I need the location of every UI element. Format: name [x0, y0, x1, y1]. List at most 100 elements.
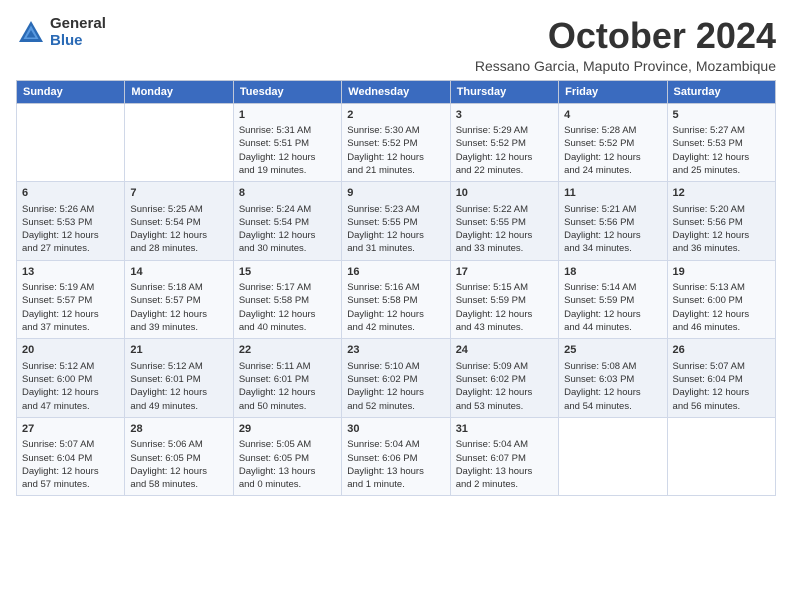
day-number: 6 — [22, 186, 119, 201]
cell-info: Sunrise: 5:21 AM Sunset: 5:56 PM Dayligh… — [564, 203, 661, 256]
col-tuesday: Tuesday — [233, 80, 341, 103]
cell-info: Sunrise: 5:10 AM Sunset: 6:02 PM Dayligh… — [347, 360, 444, 413]
cell-info: Sunrise: 5:18 AM Sunset: 5:57 PM Dayligh… — [130, 281, 227, 334]
cell-w1-d6: 4Sunrise: 5:28 AM Sunset: 5:52 PM Daylig… — [559, 103, 667, 182]
day-number: 22 — [239, 343, 336, 358]
cell-info: Sunrise: 5:13 AM Sunset: 6:00 PM Dayligh… — [673, 281, 770, 334]
day-number: 1 — [239, 108, 336, 123]
day-number: 25 — [564, 343, 661, 358]
logo: General Blue — [16, 16, 106, 49]
day-number: 8 — [239, 186, 336, 201]
day-number: 18 — [564, 265, 661, 280]
day-number: 24 — [456, 343, 553, 358]
cell-info: Sunrise: 5:24 AM Sunset: 5:54 PM Dayligh… — [239, 203, 336, 256]
cell-info: Sunrise: 5:12 AM Sunset: 6:00 PM Dayligh… — [22, 360, 119, 413]
cell-info: Sunrise: 5:28 AM Sunset: 5:52 PM Dayligh… — [564, 124, 661, 177]
cell-w1-d5: 3Sunrise: 5:29 AM Sunset: 5:52 PM Daylig… — [450, 103, 558, 182]
day-number: 21 — [130, 343, 227, 358]
day-number: 14 — [130, 265, 227, 280]
calendar-table: Sunday Monday Tuesday Wednesday Thursday… — [16, 80, 776, 497]
cell-w1-d2 — [125, 103, 233, 182]
cell-w1-d4: 2Sunrise: 5:30 AM Sunset: 5:52 PM Daylig… — [342, 103, 450, 182]
location-subtitle: Ressano Garcia, Maputo Province, Mozambi… — [475, 58, 776, 74]
day-number: 27 — [22, 422, 119, 437]
col-sunday: Sunday — [17, 80, 125, 103]
cell-info: Sunrise: 5:15 AM Sunset: 5:59 PM Dayligh… — [456, 281, 553, 334]
day-number: 20 — [22, 343, 119, 358]
cell-w2-d3: 8 Sunrise: 5:24 AM Sunset: 5:54 PM Daylig… — [233, 182, 341, 261]
cell-info: Sunrise: 5:25 AM Sunset: 5:54 PM Dayligh… — [130, 203, 227, 256]
day-number: 19 — [673, 265, 770, 280]
cell-w2-d2: 7 Sunrise: 5:25 AM Sunset: 5:54 PM Daylig… — [125, 182, 233, 261]
cell-w4-d4: 23 Sunrise: 5:10 AM Sunset: 6:02 PM Dayli… — [342, 339, 450, 418]
col-saturday: Saturday — [667, 80, 775, 103]
cell-info: Sunrise: 5:08 AM Sunset: 6:03 PM Dayligh… — [564, 360, 661, 413]
cell-w3-d6: 18Sunrise: 5:14 AM Sunset: 5:59 PM Dayli… — [559, 260, 667, 339]
logo-general-label: General — [50, 16, 106, 33]
cell-w3-d1: 13Sunrise: 5:19 AM Sunset: 5:57 PM Dayli… — [17, 260, 125, 339]
cell-w5-d1: 27Sunrise: 5:07 AM Sunset: 6:04 PM Dayli… — [17, 417, 125, 496]
day-number: 13 — [22, 265, 119, 280]
week-row-4: 20 Sunrise: 5:12 AM Sunset: 6:00 PM Dayli… — [17, 339, 776, 418]
cell-info: Sunrise: 5:06 AM Sunset: 6:05 PM Dayligh… — [130, 438, 227, 491]
cell-w5-d7 — [667, 417, 775, 496]
day-number: 15 — [239, 265, 336, 280]
logo-icon — [16, 18, 46, 48]
day-number: 11 — [564, 186, 661, 201]
cell-w2-d1: 6 Sunrise: 5:26 AM Sunset: 5:53 PM Daylig… — [17, 182, 125, 261]
cell-info: Sunrise: 5:20 AM Sunset: 5:56 PM Dayligh… — [673, 203, 770, 256]
cell-info: Sunrise: 5:31 AM Sunset: 5:51 PM Dayligh… — [239, 124, 336, 177]
cell-w5-d6 — [559, 417, 667, 496]
cell-w4-d3: 22Sunrise: 5:11 AM Sunset: 6:01 PM Dayli… — [233, 339, 341, 418]
cell-w3-d2: 14Sunrise: 5:18 AM Sunset: 5:57 PM Dayli… — [125, 260, 233, 339]
cell-info: Sunrise: 5:22 AM Sunset: 5:55 PM Dayligh… — [456, 203, 553, 256]
cell-w2-d4: 9Sunrise: 5:23 AM Sunset: 5:55 PM Daylig… — [342, 182, 450, 261]
day-number: 3 — [456, 108, 553, 123]
cell-w3-d3: 15Sunrise: 5:17 AM Sunset: 5:58 PM Dayli… — [233, 260, 341, 339]
cell-w2-d6: 11 Sunrise: 5:21 AM Sunset: 5:56 PM Dayli… — [559, 182, 667, 261]
day-number: 26 — [673, 343, 770, 358]
cell-info: Sunrise: 5:17 AM Sunset: 5:58 PM Dayligh… — [239, 281, 336, 334]
month-title: October 2024 — [475, 16, 776, 56]
col-thursday: Thursday — [450, 80, 558, 103]
cell-w4-d6: 25 Sunrise: 5:08 AM Sunset: 6:03 PM Dayli… — [559, 339, 667, 418]
col-wednesday: Wednesday — [342, 80, 450, 103]
day-number: 2 — [347, 108, 444, 123]
cell-info: Sunrise: 5:05 AM Sunset: 6:05 PM Dayligh… — [239, 438, 336, 491]
cell-info: Sunrise: 5:09 AM Sunset: 6:02 PM Dayligh… — [456, 360, 553, 413]
title-block: October 2024 Ressano Garcia, Maputo Prov… — [475, 16, 776, 74]
cell-info: Sunrise: 5:12 AM Sunset: 6:01 PM Dayligh… — [130, 360, 227, 413]
logo-text: General Blue — [50, 16, 106, 49]
cell-info: Sunrise: 5:16 AM Sunset: 5:58 PM Dayligh… — [347, 281, 444, 334]
col-monday: Monday — [125, 80, 233, 103]
cell-info: Sunrise: 5:30 AM Sunset: 5:52 PM Dayligh… — [347, 124, 444, 177]
day-number: 16 — [347, 265, 444, 280]
day-number: 7 — [130, 186, 227, 201]
cell-info: Sunrise: 5:29 AM Sunset: 5:52 PM Dayligh… — [456, 124, 553, 177]
cell-info: Sunrise: 5:26 AM Sunset: 5:53 PM Dayligh… — [22, 203, 119, 256]
cell-w3-d4: 16Sunrise: 5:16 AM Sunset: 5:58 PM Dayli… — [342, 260, 450, 339]
day-number: 17 — [456, 265, 553, 280]
cell-w1-d3: 1Sunrise: 5:31 AM Sunset: 5:51 PM Daylig… — [233, 103, 341, 182]
cell-info: Sunrise: 5:14 AM Sunset: 5:59 PM Dayligh… — [564, 281, 661, 334]
cell-w5-d4: 30Sunrise: 5:04 AM Sunset: 6:06 PM Dayli… — [342, 417, 450, 496]
calendar-header: Sunday Monday Tuesday Wednesday Thursday… — [17, 80, 776, 103]
week-row-2: 6 Sunrise: 5:26 AM Sunset: 5:53 PM Daylig… — [17, 182, 776, 261]
day-number: 23 — [347, 343, 444, 358]
cell-w4-d7: 26 Sunrise: 5:07 AM Sunset: 6:04 PM Dayli… — [667, 339, 775, 418]
cell-w5-d5: 31Sunrise: 5:04 AM Sunset: 6:07 PM Dayli… — [450, 417, 558, 496]
day-number: 28 — [130, 422, 227, 437]
page-header: General Blue October 2024 Ressano Garcia… — [16, 16, 776, 74]
cell-w1-d7: 5Sunrise: 5:27 AM Sunset: 5:53 PM Daylig… — [667, 103, 775, 182]
cell-info: Sunrise: 5:04 AM Sunset: 6:06 PM Dayligh… — [347, 438, 444, 491]
cell-w2-d5: 10Sunrise: 5:22 AM Sunset: 5:55 PM Dayli… — [450, 182, 558, 261]
header-row: Sunday Monday Tuesday Wednesday Thursday… — [17, 80, 776, 103]
day-number: 30 — [347, 422, 444, 437]
cell-info: Sunrise: 5:07 AM Sunset: 6:04 PM Dayligh… — [673, 360, 770, 413]
week-row-3: 13Sunrise: 5:19 AM Sunset: 5:57 PM Dayli… — [17, 260, 776, 339]
cell-info: Sunrise: 5:19 AM Sunset: 5:57 PM Dayligh… — [22, 281, 119, 334]
cell-w3-d5: 17Sunrise: 5:15 AM Sunset: 5:59 PM Dayli… — [450, 260, 558, 339]
day-number: 9 — [347, 186, 444, 201]
day-number: 29 — [239, 422, 336, 437]
cell-w4-d2: 21 Sunrise: 5:12 AM Sunset: 6:01 PM Dayli… — [125, 339, 233, 418]
